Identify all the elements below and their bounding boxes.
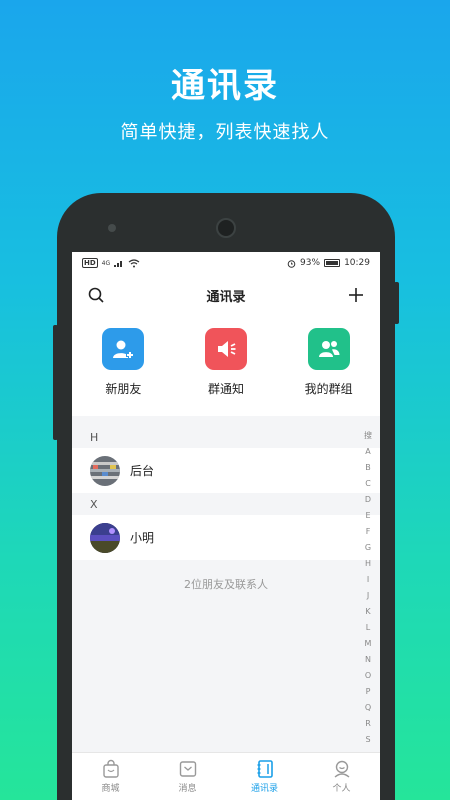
index-letter[interactable]: S (365, 732, 370, 748)
index-letter[interactable]: M (365, 636, 372, 652)
quick-action-label: 新朋友 (105, 382, 142, 396)
add-button[interactable] (346, 285, 366, 305)
add-user-icon (102, 328, 145, 370)
signal-label: 4G (101, 259, 111, 267)
contact-count: 2位朋友及联系人 (184, 578, 268, 591)
battery-percent: 93% (300, 258, 321, 268)
phone-sensor (108, 224, 116, 232)
index-letter[interactable]: B (365, 460, 371, 476)
app-bar: 通讯录 (72, 274, 380, 316)
index-letter[interactable]: G (365, 540, 371, 556)
contacts-book-icon (257, 760, 273, 778)
my-groups-button[interactable]: 我的群组 (284, 328, 374, 397)
section-header-h: H (72, 426, 380, 448)
tab-messages[interactable]: 消息 (158, 759, 218, 794)
index-letter[interactable]: 搜 (364, 428, 372, 444)
contact-row-houtai[interactable]: 后台 (72, 448, 380, 493)
tab-label: 商城 (101, 784, 120, 794)
index-letter[interactable]: F (366, 524, 371, 540)
index-letter[interactable]: C (365, 476, 371, 492)
avatar (90, 455, 120, 486)
person-icon (334, 760, 349, 778)
index-letter[interactable]: E (365, 508, 370, 524)
new-friends-button[interactable]: 新朋友 (78, 328, 168, 397)
avatar (90, 522, 120, 553)
tab-label: 通讯录 (250, 784, 278, 794)
quick-action-label: 群通知 (207, 382, 244, 396)
tab-label: 消息 (178, 784, 197, 794)
index-letter[interactable]: P (366, 684, 371, 700)
message-box-icon (179, 761, 196, 777)
alphabet-index[interactable]: 搜 A B C D E F G H I J K L M N O P Q R S … (362, 428, 374, 764)
index-letter[interactable]: O (365, 668, 371, 684)
phone-screen: HD 4G 93% 10:29 通讯录 新朋友 群通知 我的群组 H 后台 X … (72, 252, 380, 800)
index-letter[interactable]: N (365, 652, 371, 668)
promo-subtitle: 简单快捷，列表快速找人 (120, 122, 330, 143)
megaphone-icon (204, 328, 247, 370)
battery-icon (324, 259, 341, 267)
quick-action-label: 我的群组 (304, 382, 353, 396)
index-letter[interactable]: I (367, 572, 369, 588)
clock: 10:29 (344, 258, 370, 268)
status-bar: HD 4G 93% 10:29 (72, 252, 380, 274)
contact-name: 小明 (130, 531, 155, 545)
tab-profile[interactable]: 个人 (312, 759, 372, 794)
shop-bag-icon (102, 759, 119, 778)
contact-name: 后台 (130, 464, 155, 478)
signal-icon (114, 261, 123, 267)
tab-contacts[interactable]: 通讯录 (235, 759, 295, 794)
index-letter[interactable]: R (365, 716, 371, 732)
hd-badge: HD (82, 258, 98, 268)
quick-actions: 新朋友 群通知 我的群组 (72, 316, 380, 416)
tab-label: 个人 (332, 784, 351, 794)
group-icon (307, 328, 350, 370)
tab-bar: 商城 消息 通讯录 个人 (72, 752, 380, 800)
alarm-icon (287, 259, 296, 268)
page-title: 通讯录 (206, 289, 246, 305)
wifi-icon (128, 258, 140, 267)
index-letter[interactable]: H (365, 556, 371, 572)
search-button[interactable] (86, 285, 106, 305)
group-notice-button[interactable]: 群通知 (181, 328, 271, 397)
index-letter[interactable]: L (366, 620, 370, 636)
index-letter[interactable]: K (365, 604, 370, 620)
index-letter[interactable]: A (365, 444, 370, 460)
contact-row-xiaoming[interactable]: 小明 (72, 515, 380, 560)
promo-title: 通讯录 (171, 66, 279, 106)
plus-icon (348, 288, 363, 302)
tab-shop[interactable]: 商城 (81, 759, 141, 794)
phone-camera (216, 218, 236, 238)
index-letter[interactable]: Q (365, 700, 371, 716)
section-header-x: X (72, 493, 380, 515)
index-letter[interactable]: J (367, 588, 369, 604)
contact-list: H 后台 X 小明 2位朋友及联系人 (72, 426, 380, 592)
search-icon (88, 287, 104, 303)
index-letter[interactable]: D (365, 492, 371, 508)
